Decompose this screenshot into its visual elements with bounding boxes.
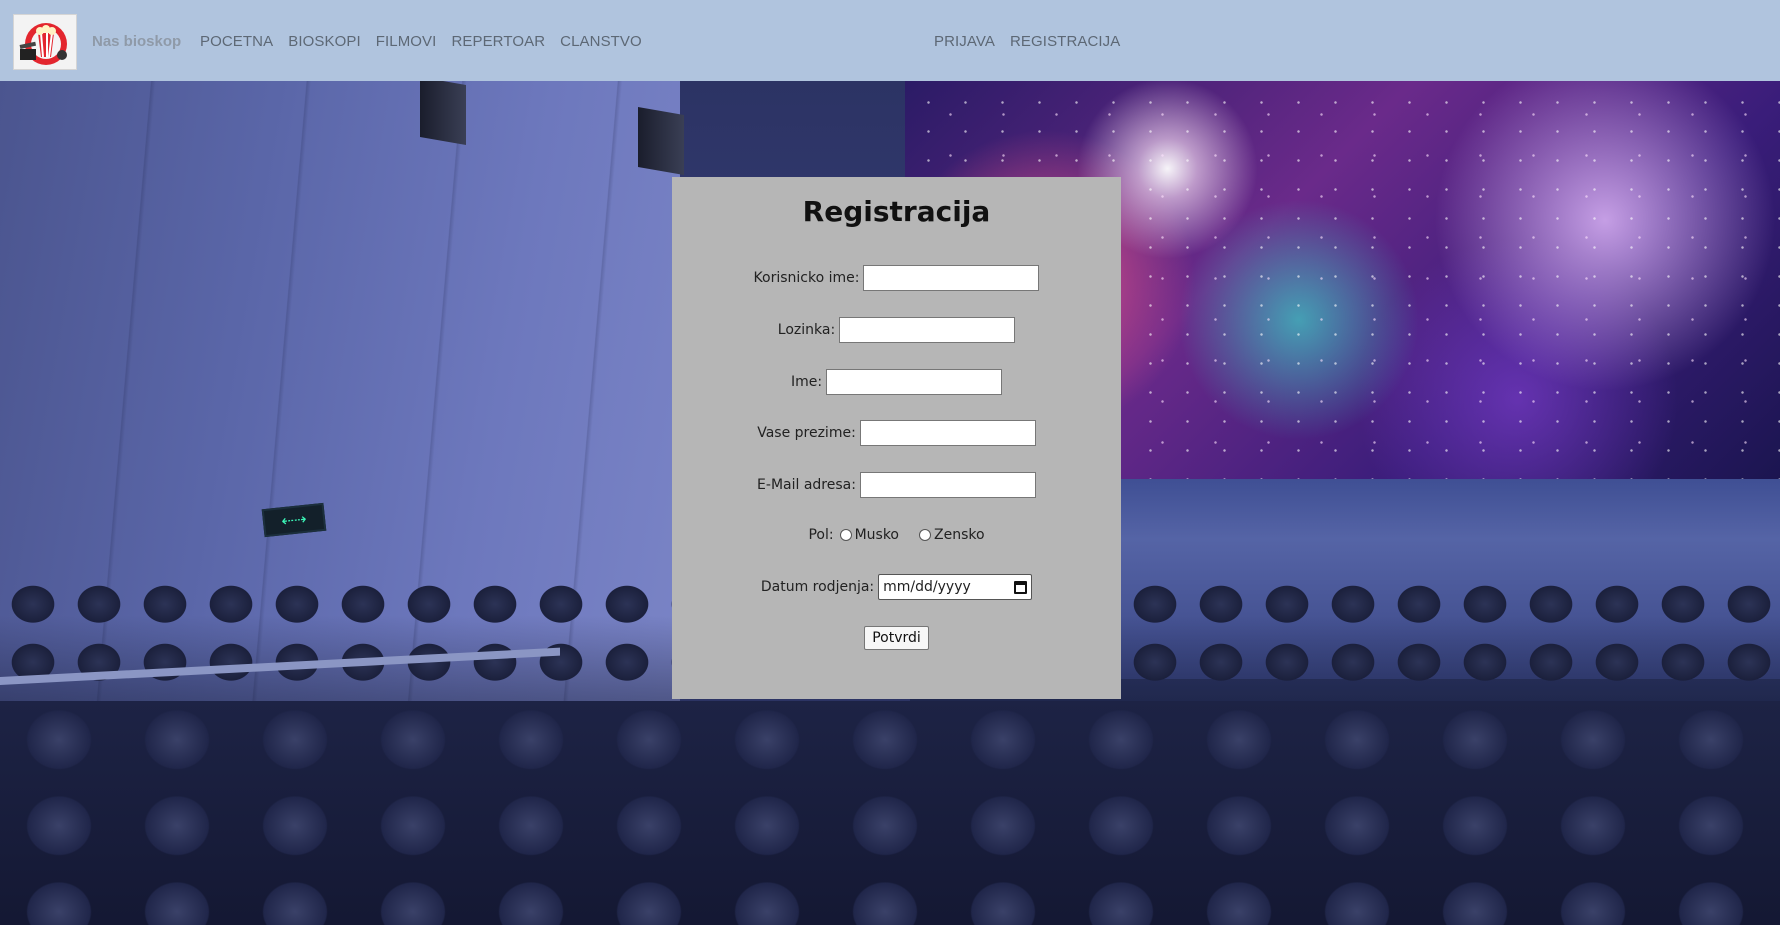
speaker-icon bbox=[638, 106, 684, 176]
gender-radio-musko[interactable] bbox=[839, 529, 852, 541]
email-input[interactable] bbox=[859, 472, 1036, 498]
calendar-icon[interactable] bbox=[1014, 580, 1028, 594]
cinema-seats-front bbox=[0, 701, 1780, 925]
logo-icon[interactable] bbox=[13, 14, 77, 70]
nav-link-registracija[interactable]: REGISTRACIJA bbox=[1010, 33, 1120, 50]
first-name-input[interactable] bbox=[826, 369, 1003, 395]
username-label: Korisnicko ime: bbox=[753, 270, 860, 286]
email-label: E-Mail adresa: bbox=[757, 477, 856, 493]
username-row: Korisnicko ime: bbox=[672, 265, 1121, 291]
username-input[interactable] bbox=[863, 265, 1040, 291]
password-input[interactable] bbox=[839, 317, 1016, 343]
birthdate-row: Datum rodjenja: mm/dd/yyyy bbox=[672, 574, 1121, 600]
last-name-label: Vase prezime: bbox=[757, 425, 856, 441]
account-nav: PRIJAVA REGISTRACIJA bbox=[934, 33, 1120, 50]
form-title: Registracija bbox=[802, 195, 991, 228]
nav-link-clanstvo[interactable]: CLANSTVO bbox=[560, 33, 642, 50]
submit-button[interactable]: Potvrdi bbox=[864, 626, 929, 650]
birthdate-label: Datum rodjenja: bbox=[760, 579, 875, 595]
popcorn-logo-icon bbox=[19, 23, 67, 65]
gender-row: Pol: Musko Zensko bbox=[672, 527, 1121, 543]
nav-link-filmovi[interactable]: FILMOVI bbox=[376, 33, 437, 50]
main-nav: POCETNA BIOSKOPI FILMOVI REPERTOAR CLANS… bbox=[200, 33, 642, 50]
password-row: Lozinka: bbox=[672, 317, 1121, 343]
brand-name[interactable]: Nas bioskop bbox=[92, 33, 181, 50]
gender-label: Pol: bbox=[808, 527, 834, 543]
registration-panel: Registracija Korisnicko ime: Lozinka: Im… bbox=[672, 177, 1121, 699]
nav-link-bioskopi[interactable]: BIOSKOPI bbox=[288, 33, 361, 50]
birthdate-placeholder: mm/dd/yyyy bbox=[883, 579, 971, 595]
speaker-icon bbox=[420, 81, 466, 146]
gender-option-musko-label[interactable]: Musko bbox=[855, 527, 899, 543]
nav-link-prijava[interactable]: PRIJAVA bbox=[934, 33, 995, 50]
nav-link-repertoar[interactable]: REPERTOAR bbox=[451, 33, 545, 50]
birthdate-input[interactable]: mm/dd/yyyy bbox=[878, 574, 1033, 600]
gender-radio-zensko[interactable] bbox=[919, 529, 931, 541]
password-label: Lozinka: bbox=[777, 322, 836, 338]
gender-option-zensko-label[interactable]: Zensko bbox=[934, 527, 985, 543]
top-navbar: Nas bioskop POCETNA BIOSKOPI FILMOVI REP… bbox=[0, 0, 1780, 81]
submit-row: Potvrdi bbox=[672, 626, 1121, 650]
email-row: E-Mail adresa: bbox=[672, 472, 1121, 498]
last-name-input[interactable] bbox=[859, 420, 1036, 446]
first-name-row: Ime: bbox=[672, 369, 1121, 395]
first-name-label: Ime: bbox=[790, 374, 823, 390]
last-name-row: Vase prezime: bbox=[672, 420, 1121, 446]
nav-link-pocetna[interactable]: POCETNA bbox=[200, 33, 273, 50]
